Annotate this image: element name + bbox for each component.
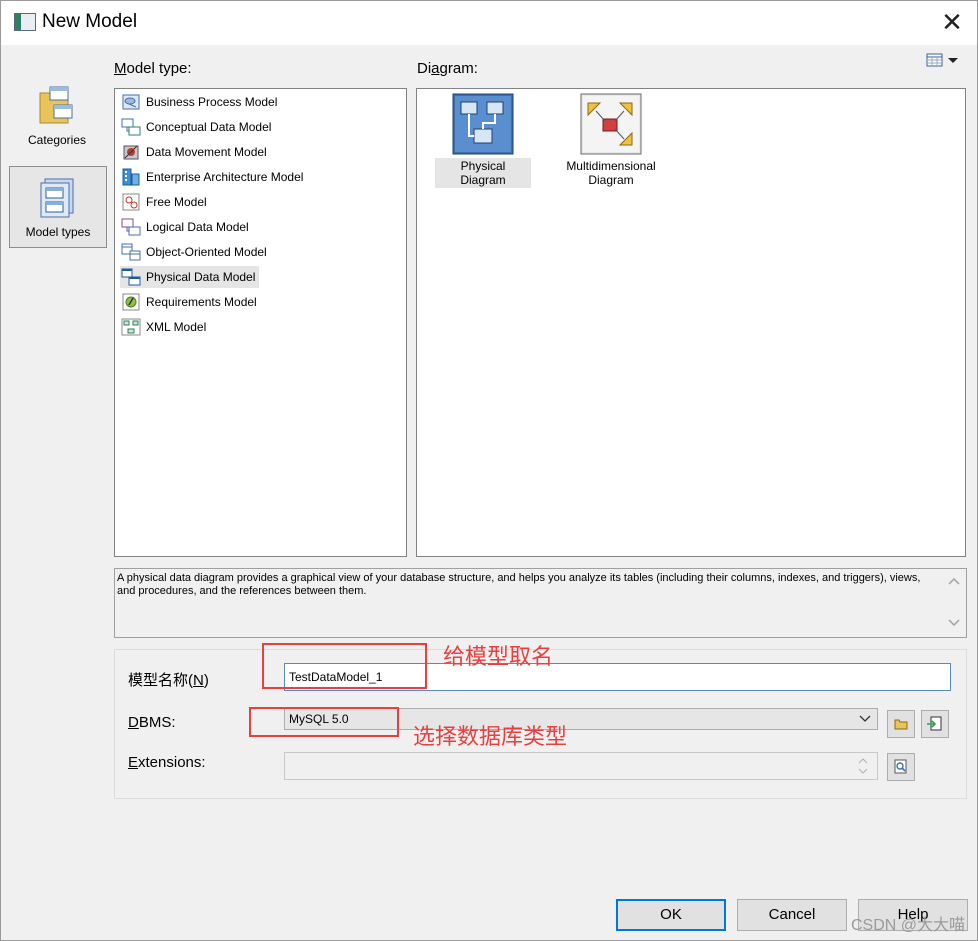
list-item-label: Physical Data Model bbox=[146, 270, 256, 284]
category-model-types[interactable]: Model types bbox=[9, 166, 107, 248]
diagram-item-selected[interactable]: Physical Diagram bbox=[435, 93, 531, 188]
diagram-label-pre: Di bbox=[417, 60, 432, 77]
browse-dbms-button[interactable] bbox=[887, 710, 915, 738]
annotation-dbms-note: 选择数据库类型 bbox=[413, 724, 568, 749]
extensions-label-text: xtensions: bbox=[138, 754, 206, 771]
list-item[interactable]: Requirements Model bbox=[120, 291, 261, 313]
diagram-label: Diagram: bbox=[417, 60, 478, 77]
data-movement-icon bbox=[123, 145, 139, 160]
folder-icon bbox=[39, 86, 73, 124]
enterprise-architecture-icon bbox=[122, 168, 140, 186]
scroll-arrows-icon bbox=[948, 577, 960, 627]
window-title: New Model bbox=[42, 11, 138, 32]
logical-data-icon bbox=[121, 218, 141, 236]
watermark: CSDN @大大喵 bbox=[850, 917, 965, 934]
extensions-label-mnemonic: E bbox=[128, 754, 139, 771]
xml-model-icon bbox=[121, 318, 141, 336]
model-name-label-pre: 模型名称( bbox=[128, 672, 193, 689]
list-item-label: Business Process Model bbox=[146, 95, 278, 109]
cancel-button[interactable]: Cancel bbox=[737, 899, 847, 931]
multidimensional-diagram-icon bbox=[580, 93, 642, 155]
close-button[interactable]: ✕ bbox=[937, 9, 967, 37]
description-box: A physical data diagram provides a graph… bbox=[114, 568, 967, 638]
spinner-arrows-icon bbox=[858, 758, 868, 774]
business-process-icon bbox=[122, 94, 140, 110]
diagram-item-label: Physical Diagram bbox=[435, 158, 531, 188]
list-item[interactable]: Data Movement Model bbox=[120, 141, 271, 163]
ok-button[interactable]: OK bbox=[616, 899, 726, 931]
model-type-label: Model type: bbox=[114, 60, 192, 77]
list-item-label: Free Model bbox=[146, 195, 207, 209]
model-type-label-text: odel type: bbox=[126, 60, 192, 77]
physical-diagram-icon bbox=[452, 93, 514, 155]
free-model-icon bbox=[122, 193, 140, 211]
list-item-label: Requirements Model bbox=[146, 295, 257, 309]
requirements-icon bbox=[122, 293, 140, 311]
title-bar: New Model ✕ bbox=[1, 1, 977, 45]
conceptual-data-icon bbox=[121, 118, 141, 136]
model-name-label: 模型名称(N) bbox=[128, 669, 209, 690]
folder-icon bbox=[894, 719, 908, 730]
category-label: Model types bbox=[25, 225, 91, 239]
view-mode-button[interactable] bbox=[926, 53, 962, 69]
diagram-list[interactable]: Physical Diagram Multidimensional Diagra… bbox=[416, 88, 966, 557]
annotation-box-name bbox=[262, 643, 427, 689]
description-text: A physical data diagram provides a graph… bbox=[117, 572, 921, 597]
list-item[interactable]: Logical Data Model bbox=[120, 216, 253, 238]
diagram-item-label: Multidimensional Diagram bbox=[566, 159, 656, 187]
chevron-down-icon bbox=[859, 715, 871, 722]
list-view-icon bbox=[926, 53, 958, 67]
list-item-label: Conceptual Data Model bbox=[146, 120, 272, 134]
category-label: Categories bbox=[27, 133, 87, 147]
diagram-label-mnemonic: a bbox=[431, 60, 440, 77]
list-item-label: Enterprise Architecture Model bbox=[146, 170, 304, 184]
diagram-label-text: gram: bbox=[439, 60, 478, 77]
diagram-item[interactable]: Multidimensional Diagram bbox=[547, 93, 675, 188]
list-item-selected[interactable]: Physical Data Model bbox=[120, 266, 260, 288]
list-item-label: Object-Oriented Model bbox=[146, 245, 267, 259]
object-oriented-icon bbox=[121, 243, 141, 261]
import-icon bbox=[927, 716, 942, 731]
import-dbms-button[interactable] bbox=[921, 710, 949, 738]
description-scrollbar[interactable] bbox=[942, 569, 966, 637]
physical-data-icon bbox=[121, 268, 141, 286]
extensions-browse-button[interactable] bbox=[887, 753, 915, 781]
extensions-label: Extensions: bbox=[128, 754, 206, 771]
model-types-icon bbox=[40, 178, 74, 218]
magnifier-icon bbox=[894, 759, 907, 774]
list-item[interactable]: Object-Oriented Model bbox=[120, 241, 271, 263]
category-panel: Categories Model types bbox=[9, 75, 107, 255]
model-name-label-mnemonic: N bbox=[193, 672, 204, 689]
list-item[interactable]: XML Model bbox=[120, 316, 210, 338]
list-item[interactable]: Enterprise Architecture Model bbox=[120, 166, 307, 188]
extensions-input[interactable] bbox=[284, 752, 878, 780]
model-type-label-mnemonic: M bbox=[114, 60, 127, 77]
list-item[interactable]: Conceptual Data Model bbox=[120, 116, 275, 138]
app-icon bbox=[14, 13, 36, 31]
dbms-label-mnemonic: D bbox=[128, 714, 139, 731]
list-item[interactable]: Business Process Model bbox=[120, 91, 281, 113]
model-name-label-post: ) bbox=[203, 672, 209, 689]
category-categories[interactable]: Categories bbox=[9, 75, 105, 155]
list-item-label: XML Model bbox=[146, 320, 207, 334]
annotation-box-dbms bbox=[249, 707, 399, 737]
dbms-label: DBMS: bbox=[128, 714, 176, 731]
model-type-list[interactable]: Business Process Model Conceptual Data M… bbox=[114, 88, 407, 557]
list-item-label: Data Movement Model bbox=[146, 145, 267, 159]
annotation-name-note: 给模型取名 bbox=[443, 644, 554, 669]
new-model-dialog: New Model ✕ Categories Model types Model… bbox=[0, 0, 978, 941]
list-item-label: Logical Data Model bbox=[146, 220, 249, 234]
list-item[interactable]: Free Model bbox=[120, 191, 211, 213]
dbms-label-text: BMS: bbox=[138, 714, 176, 731]
